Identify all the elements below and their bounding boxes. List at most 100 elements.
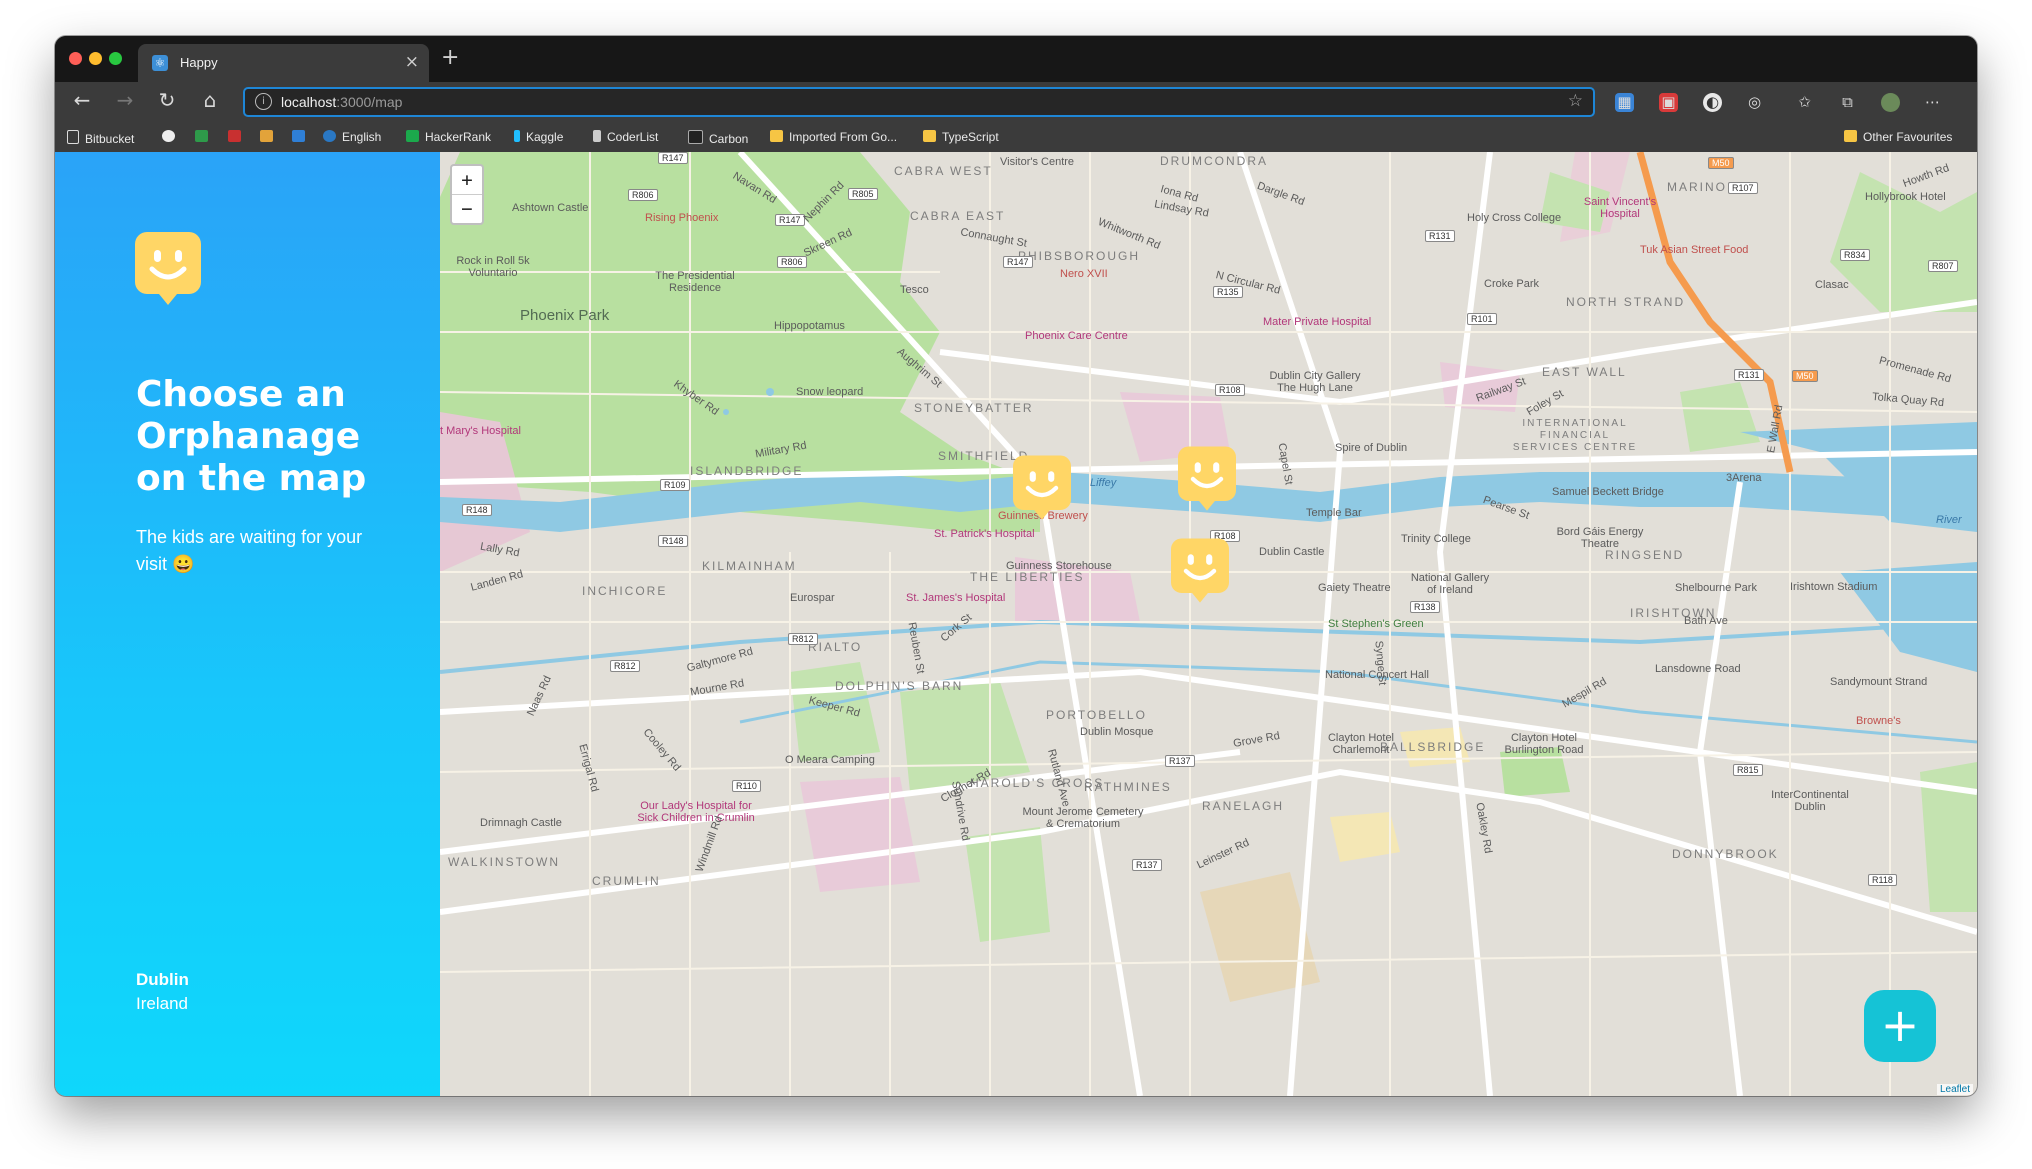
bookmark-kaggle[interactable]: Kaggle: [514, 130, 563, 144]
map-place-label: Gaiety Theatre: [1318, 582, 1391, 594]
map-place-label: Visitor's Centre: [1000, 156, 1075, 168]
route-shield: R110: [732, 780, 761, 792]
react-icon: ⚛: [152, 55, 168, 71]
map-place-label: Snow leopard: [796, 386, 864, 398]
route-shield: R147: [658, 152, 688, 164]
map-area-label: KILMAINHAM: [702, 559, 797, 573]
bookmark-slack-icon[interactable]: [260, 130, 279, 144]
bookmark-hackerrank[interactable]: HackerRank: [406, 130, 491, 144]
tab-strip: ⚛ Happy × +: [55, 36, 1977, 82]
zoom-control: + −: [450, 164, 484, 225]
bookmark-trello-icon[interactable]: [292, 130, 311, 144]
zoom-out-button[interactable]: −: [452, 194, 482, 223]
map-area-label: INTERNATIONAL FINANCIAL SERVICES CENTRE: [1512, 418, 1638, 453]
extension-icon[interactable]: ▦: [1615, 93, 1634, 112]
zoom-in-button[interactable]: +: [452, 166, 482, 194]
map-place-label: Hippopotamus: [774, 320, 845, 332]
happy-marker-icon: [1178, 446, 1236, 511]
route-shield: R131: [1734, 369, 1764, 381]
bookmark-coderlist[interactable]: CoderList: [593, 130, 658, 144]
map-area-label: INCHICORE: [582, 584, 668, 598]
route-shield: R118: [1868, 874, 1897, 886]
route-shield: M50: [1792, 370, 1818, 382]
map-place-label: Ashtown Castle: [512, 202, 589, 214]
map-view[interactable]: CABRA WEST CABRA EAST PHIBSBOROUGH DRUMC…: [440, 152, 1977, 1096]
map-area-label: RATHMINES: [1084, 780, 1172, 794]
page-title: Choose an Orphanage on the map: [136, 374, 367, 499]
favourite-star-icon[interactable]: ☆: [1568, 91, 1583, 111]
profile-avatar[interactable]: [1881, 93, 1900, 112]
map-place-label: 3Arena: [1726, 472, 1762, 484]
extension-icon[interactable]: ◐: [1703, 93, 1722, 112]
route-shield: R138: [1410, 601, 1440, 613]
map-place-label: Clayton Hotel Charlemont: [1327, 732, 1395, 756]
tab-happy[interactable]: ⚛ Happy ×: [138, 44, 429, 82]
home-icon[interactable]: ⌂: [195, 88, 225, 112]
bookmark-imported-folder[interactable]: Imported From Go...: [770, 130, 897, 144]
route-shield: R131: [1425, 230, 1455, 242]
back-icon[interactable]: ←: [67, 88, 97, 112]
route-shield: R815: [1733, 764, 1763, 776]
map-place-label: Hollybrook Hotel: [1865, 191, 1946, 203]
happy-marker-icon: [1013, 455, 1071, 520]
bookmark-sheets-icon[interactable]: [195, 130, 214, 144]
route-shield: R148: [658, 535, 688, 547]
map-place-label: Sandymount Strand: [1830, 676, 1928, 688]
map-place-label: Mount Jerome Cemetery & Crematorium: [1022, 806, 1144, 830]
map-place-label: St Stephen's Green: [1328, 618, 1424, 630]
close-tab-icon[interactable]: ×: [405, 52, 419, 72]
map-area-label: DONNYBROOK: [1672, 847, 1779, 861]
route-shield: R101: [1467, 313, 1497, 325]
bookmark-english[interactable]: English: [323, 130, 381, 144]
close-window-button[interactable]: [69, 52, 82, 65]
map-place-label: Spire of Dublin: [1335, 442, 1408, 454]
map-area-label: MARINO: [1667, 180, 1727, 194]
map-place-label: Drimnagh Castle: [480, 817, 562, 829]
browser-toolbar: ← → ↻ ⌂ i localhost:3000/map ☆ ▦ ▣ ◐ ◎ ✩…: [55, 82, 1977, 124]
more-menu-icon[interactable]: ⋯: [1923, 93, 1942, 112]
map-place-label: St. James's Hospital: [906, 592, 1006, 604]
bookmark-typescript-folder[interactable]: TypeScript: [923, 130, 999, 144]
favourites-icon[interactable]: ✩: [1795, 93, 1814, 112]
collections-icon[interactable]: ⧉: [1838, 93, 1857, 112]
map-place-label: Rock in Roll 5k Voluntario: [456, 255, 530, 279]
document-icon: [67, 130, 79, 144]
forward-icon[interactable]: →: [110, 88, 140, 112]
city-label: Dublin: [136, 970, 189, 989]
map-place-label: Liffey: [1090, 477, 1117, 489]
other-favourites-folder[interactable]: Other Favourites: [1844, 130, 1952, 144]
country-label: Ireland: [136, 994, 188, 1013]
map-area-label: RANELAGH: [1202, 799, 1285, 813]
create-orphanage-button[interactable]: +: [1864, 990, 1936, 1062]
route-shield: R147: [1003, 256, 1033, 268]
map-place-label: Temple Bar: [1306, 507, 1362, 519]
map-area-label: NORTH STRAND: [1566, 295, 1686, 309]
extension-icon[interactable]: ◎: [1745, 93, 1764, 112]
bookmark-stack-icon[interactable]: [228, 130, 247, 144]
info-icon[interactable]: i: [255, 93, 272, 110]
bookmark-carbon[interactable]: Carbon: [688, 130, 748, 146]
map-place-label: Bord Gáis Energy Theatre: [1556, 526, 1644, 550]
bookmark-github-icon[interactable]: [162, 130, 181, 144]
map-road-label: Bath Ave: [1684, 615, 1728, 627]
extension-icon[interactable]: ▣: [1659, 93, 1678, 112]
map-area-label: DRUMCONDRA: [1160, 154, 1268, 168]
minimize-window-button[interactable]: [89, 52, 102, 65]
new-tab-button[interactable]: +: [441, 45, 459, 70]
reload-icon[interactable]: ↻: [152, 88, 182, 112]
map-place-label: Clasac: [1815, 279, 1849, 291]
map-area-label: CRUMLIN: [592, 874, 661, 888]
bookmark-bitbucket[interactable]: Bitbucket: [67, 130, 134, 146]
route-shield: R137: [1132, 859, 1162, 871]
map-place-label: t Mary's Hospital: [440, 425, 521, 437]
map-place-label: Nero XVII: [1060, 268, 1108, 280]
sidebar: Choose an Orphanage on the map The kids …: [55, 152, 440, 1096]
address-bar[interactable]: i localhost:3000/map ☆: [243, 87, 1595, 117]
folder-icon: [923, 130, 936, 142]
map-place-label: Tesco: [900, 284, 929, 296]
route-shield: R812: [610, 660, 640, 672]
map-place-label: InterContinental Dublin: [1771, 789, 1849, 813]
map-attribution[interactable]: Leaflet: [1936, 1084, 1973, 1095]
map-area-label: PORTOBELLO: [1046, 708, 1147, 722]
maximize-window-button[interactable]: [109, 52, 122, 65]
